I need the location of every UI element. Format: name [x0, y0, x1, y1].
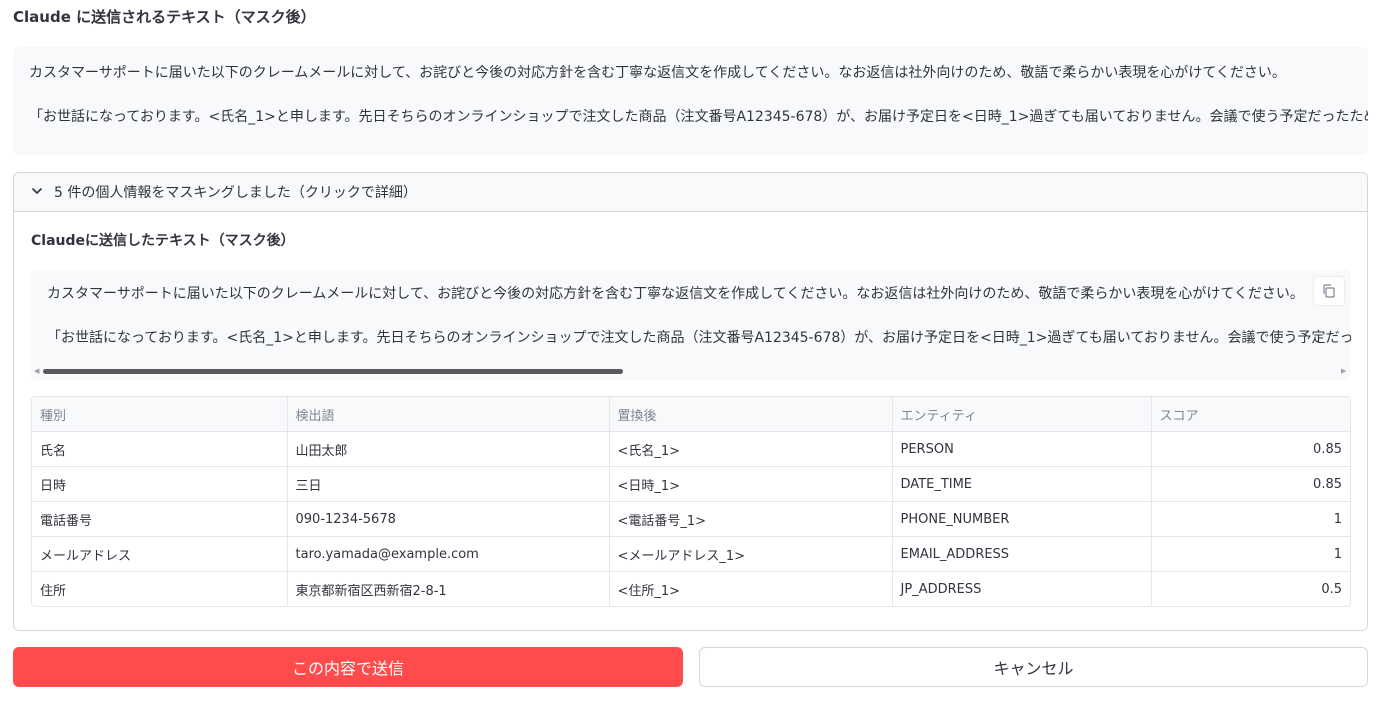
copy-icon — [1323, 284, 1335, 298]
cell-type[interactable]: 住所 — [32, 571, 288, 606]
cell-entity[interactable]: DATE_TIME — [892, 466, 1152, 502]
masked-text-line-2: 「お世話になっております。<氏名_1>と申します。先日そちらのオンラインショップ… — [29, 109, 1368, 125]
masked-text-block: カスタマーサポートに届いた以下のクレームメールに対して、お詫びと今後の対応方針を… — [13, 47, 1368, 155]
copy-button[interactable] — [1314, 277, 1344, 305]
cell-detected[interactable]: taro.yamada@example.com — [287, 536, 610, 572]
horizontal-scrollbar[interactable]: ◀ ▶ — [31, 366, 1351, 376]
cell-entity[interactable]: EMAIL_ADDRESS — [892, 536, 1152, 572]
cancel-button[interactable]: キャンセル — [699, 647, 1368, 687]
column-header-detected[interactable]: 検出語 — [287, 397, 610, 432]
table-row: 住所 東京都新宿区西新宿2-8-1 <住所_1> JP_ADDRESS 0.5 — [32, 571, 1350, 607]
table-row: 電話番号 090-1234-5678 <電話番号_1> PHONE_NUMBER… — [32, 501, 1350, 537]
column-header-score[interactable]: スコア — [1151, 397, 1350, 432]
cell-detected[interactable]: 090-1234-5678 — [287, 501, 610, 537]
cell-entity[interactable]: JP_ADDRESS — [892, 571, 1152, 606]
pii-table: 種別 検出語 置換後 エンティティ スコア 氏名 山田太郎 <氏名_1> PER… — [31, 396, 1351, 607]
scrollbar-thumb[interactable] — [43, 369, 623, 374]
sent-text-line-2: 「お世話になっております。<氏名_1>と申します。先日そちらのオンラインショップ… — [47, 330, 1351, 346]
cell-detected[interactable]: 三日 — [287, 466, 610, 502]
cell-type[interactable]: 日時 — [32, 466, 288, 502]
cell-score[interactable]: 1 — [1151, 536, 1350, 572]
cell-replacement[interactable]: <メールアドレス_1> — [609, 536, 893, 572]
table-row: 氏名 山田太郎 <氏名_1> PERSON 0.85 — [32, 431, 1350, 467]
column-header-entity[interactable]: エンティティ — [892, 397, 1152, 432]
scroll-left-arrow-icon[interactable]: ◀ — [34, 367, 39, 375]
sent-text-heading: Claudeに送信したテキスト（マスク後） — [31, 233, 295, 249]
sent-text-line-1: カスタマーサポートに届いた以下のクレームメールに対して、お詫びと今後の対応方針を… — [47, 286, 1304, 302]
cell-score[interactable]: 0.85 — [1151, 431, 1350, 467]
cell-entity[interactable]: PERSON — [892, 431, 1152, 467]
scroll-right-arrow-icon[interactable]: ▶ — [1341, 367, 1346, 375]
pii-details-expander: 5 件の個人情報をマスキングしました（クリックで詳細） Claudeに送信したテ… — [13, 172, 1368, 631]
cell-replacement[interactable]: <住所_1> — [609, 571, 893, 606]
expander-header[interactable]: 5 件の個人情報をマスキングしました（クリックで詳細） — [14, 173, 1367, 212]
cell-type[interactable]: 電話番号 — [32, 501, 288, 537]
cell-detected[interactable]: 東京都新宿区西新宿2-8-1 — [287, 571, 610, 606]
cell-score[interactable]: 1 — [1151, 501, 1350, 537]
cell-replacement[interactable]: <氏名_1> — [609, 431, 893, 467]
cell-replacement[interactable]: <日時_1> — [609, 466, 893, 502]
send-button[interactable]: この内容で送信 — [13, 647, 683, 687]
sent-text-code-block: カスタマーサポートに届いた以下のクレームメールに対して、お詫びと今後の対応方針を… — [31, 270, 1351, 380]
cell-entity[interactable]: PHONE_NUMBER — [892, 501, 1152, 537]
masked-text-line-1: カスタマーサポートに届いた以下のクレームメールに対して、お詫びと今後の対応方針を… — [29, 65, 1286, 81]
cell-type[interactable]: メールアドレス — [32, 536, 288, 572]
expander-title: 5 件の個人情報をマスキングしました（クリックで詳細） — [54, 185, 417, 201]
table-row: 日時 三日 <日時_1> DATE_TIME 0.85 — [32, 466, 1350, 502]
cell-type[interactable]: 氏名 — [32, 431, 288, 467]
column-header-replacement[interactable]: 置換後 — [609, 397, 893, 432]
table-header-row: 種別 検出語 置換後 エンティティ スコア — [32, 397, 1350, 432]
table-row: メールアドレス taro.yamada@example.com <メールアドレス… — [32, 536, 1350, 572]
page-heading: Claude に送信されるテキスト（マスク後） — [13, 8, 316, 26]
chevron-down-icon — [32, 188, 42, 194]
cell-replacement[interactable]: <電話番号_1> — [609, 501, 893, 537]
cell-score[interactable]: 0.85 — [1151, 466, 1350, 502]
cell-detected[interactable]: 山田太郎 — [287, 431, 610, 467]
cell-score[interactable]: 0.5 — [1151, 572, 1350, 607]
column-header-type[interactable]: 種別 — [32, 397, 288, 432]
